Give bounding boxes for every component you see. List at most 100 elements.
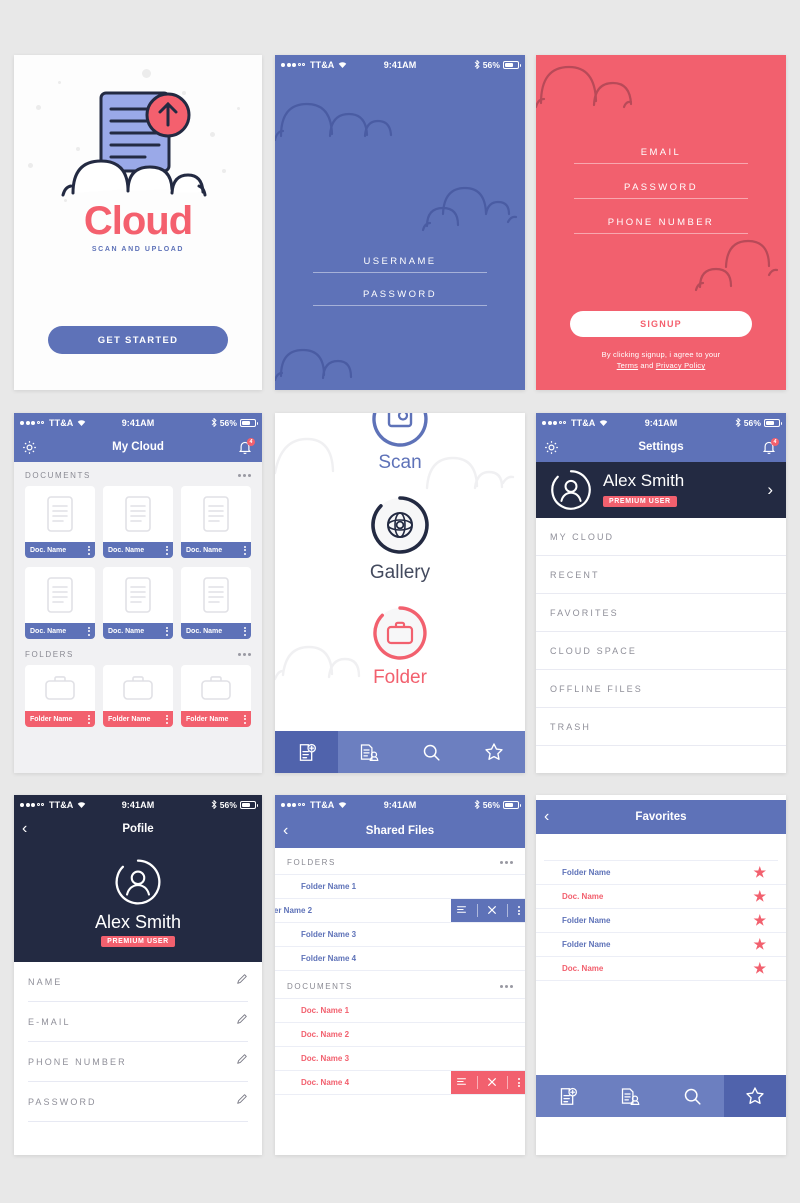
- list-item[interactable]: Folder Name 4: [275, 947, 525, 971]
- get-started-button[interactable]: GET STARTED: [48, 326, 228, 354]
- password-field[interactable]: PASSWORD: [574, 182, 748, 199]
- profile-summary-card[interactable]: Alex Smith PREMIUM USER ›: [536, 462, 786, 518]
- list-item[interactable]: Doc. Name 2: [275, 1023, 525, 1047]
- folder-tile[interactable]: Folder Name: [25, 665, 95, 727]
- list-item-swiped[interactable]: Doc. Name 4: [275, 1071, 525, 1095]
- star-icon[interactable]: ★: [753, 864, 766, 881]
- list-item-label: Doc. Name: [562, 892, 604, 901]
- document-tile[interactable]: Doc. Name: [181, 486, 251, 558]
- star-icon[interactable]: ★: [753, 912, 766, 929]
- signup-button[interactable]: SIGNUP: [570, 311, 752, 337]
- settings-item-recent[interactable]: RECENT: [536, 556, 786, 594]
- folder-menu-icon[interactable]: [166, 714, 168, 724]
- folders-overflow-icon[interactable]: [500, 861, 513, 864]
- list-item[interactable]: Folder Name ★: [536, 933, 786, 957]
- star-icon[interactable]: ★: [753, 960, 766, 977]
- legal-text: By clicking signup, i agree to your Term…: [536, 349, 786, 372]
- profile-field-email[interactable]: E-MAIL: [28, 1002, 248, 1042]
- list-item[interactable]: Doc. Name ★: [536, 885, 786, 909]
- username-field[interactable]: USERNAME: [313, 256, 487, 273]
- notifications-bell-icon[interactable]: 4: [762, 437, 779, 455]
- list-item[interactable]: Doc. Name 3: [275, 1047, 525, 1071]
- privacy-policy-link[interactable]: Privacy Policy: [656, 361, 705, 370]
- settings-item-favorites[interactable]: FAVORITES: [536, 594, 786, 632]
- settings-item-label: MY CLOUD: [550, 532, 615, 542]
- document-menu-icon[interactable]: [244, 626, 246, 636]
- profile-field-password[interactable]: PASSWORD: [28, 1082, 248, 1122]
- gear-icon[interactable]: [22, 440, 37, 455]
- more-menu-icon[interactable]: [518, 906, 521, 915]
- document-menu-icon[interactable]: [88, 626, 90, 636]
- list-item-label: Folder Name 4: [301, 954, 357, 963]
- more-menu-icon[interactable]: [518, 1078, 521, 1087]
- close-icon[interactable]: [487, 1077, 497, 1089]
- divider: [507, 1076, 509, 1089]
- gear-icon[interactable]: [544, 440, 559, 455]
- back-button[interactable]: ‹: [22, 820, 27, 838]
- back-button[interactable]: ‹: [544, 808, 549, 826]
- email-field[interactable]: EMAIL: [574, 147, 748, 164]
- tab-new-document[interactable]: [536, 1075, 599, 1117]
- tab-shared-files[interactable]: [338, 731, 401, 773]
- folder-tile[interactable]: Folder Name: [103, 665, 173, 727]
- tab-search[interactable]: [400, 731, 463, 773]
- star-icon[interactable]: ★: [753, 888, 766, 905]
- document-tile[interactable]: Doc. Name: [103, 486, 173, 558]
- settings-item-label: FAVORITES: [550, 608, 619, 618]
- folder-name-label: Folder Name: [186, 715, 229, 723]
- documents-overflow-icon[interactable]: [500, 985, 513, 988]
- scan-action[interactable]: Scan: [275, 413, 525, 474]
- tab-new-document[interactable]: [275, 731, 338, 773]
- folder-tile[interactable]: Folder Name: [181, 665, 251, 727]
- document-tile[interactable]: Doc. Name: [25, 486, 95, 558]
- list-item[interactable]: Folder Name ★: [536, 861, 786, 885]
- document-tile[interactable]: Doc. Name: [25, 567, 95, 639]
- document-menu-icon[interactable]: [244, 545, 246, 555]
- document-name-label: Doc. Name: [186, 546, 223, 554]
- gallery-icon: [371, 496, 429, 554]
- folder-menu-icon[interactable]: [244, 714, 246, 724]
- tab-search[interactable]: [661, 1075, 724, 1117]
- folder-label: Folder: [373, 667, 427, 688]
- settings-item-cloud-space[interactable]: CLOUD SPACE: [536, 632, 786, 670]
- folder-menu-icon[interactable]: [88, 714, 90, 724]
- settings-item-trash[interactable]: TRASH: [536, 708, 786, 746]
- star-icon[interactable]: ★: [753, 936, 766, 953]
- rename-icon[interactable]: [456, 904, 467, 917]
- document-menu-icon[interactable]: [166, 626, 168, 636]
- document-menu-icon[interactable]: [88, 545, 90, 555]
- folder-action[interactable]: Folder: [275, 602, 525, 689]
- edit-pencil-icon[interactable]: [236, 1052, 248, 1070]
- gallery-action[interactable]: Gallery: [275, 491, 525, 584]
- close-icon[interactable]: [487, 905, 497, 917]
- back-button[interactable]: ‹: [283, 822, 288, 840]
- document-tile[interactable]: Doc. Name: [181, 567, 251, 639]
- document-tile-bar: Doc. Name: [103, 623, 173, 639]
- edit-pencil-icon[interactable]: [236, 1012, 248, 1030]
- chevron-right-icon[interactable]: ›: [767, 480, 773, 500]
- tab-favorites[interactable]: [723, 1075, 786, 1117]
- edit-pencil-icon[interactable]: [236, 1092, 248, 1110]
- tab-favorites[interactable]: [463, 731, 526, 773]
- edit-pencil-icon[interactable]: [236, 972, 248, 990]
- documents-overflow-icon[interactable]: [238, 474, 251, 477]
- phone-number-field[interactable]: PHONE NUMBER: [574, 217, 748, 234]
- rename-icon[interactable]: [456, 1076, 467, 1089]
- password-field[interactable]: PASSWORD: [313, 289, 487, 306]
- list-item[interactable]: Folder Name 3: [275, 923, 525, 947]
- profile-field-phone[interactable]: PHONE NUMBER: [28, 1042, 248, 1082]
- profile-field-name[interactable]: NAME: [28, 962, 248, 1002]
- list-item-swiped[interactable]: der Name 2: [275, 899, 525, 923]
- terms-link[interactable]: Terms: [617, 361, 638, 370]
- folders-overflow-icon[interactable]: [238, 653, 251, 656]
- document-tile[interactable]: Doc. Name: [103, 567, 173, 639]
- notifications-bell-icon[interactable]: 4: [238, 437, 255, 455]
- settings-item-my-cloud[interactable]: MY CLOUD: [536, 518, 786, 556]
- settings-item-offline-files[interactable]: OFFLINE FILES: [536, 670, 786, 708]
- list-item[interactable]: Folder Name ★: [536, 909, 786, 933]
- list-item[interactable]: Doc. Name ★: [536, 957, 786, 981]
- list-item[interactable]: Folder Name 1: [275, 875, 525, 899]
- document-menu-icon[interactable]: [166, 545, 168, 555]
- list-item[interactable]: Doc. Name 1: [275, 999, 525, 1023]
- tab-shared-files[interactable]: [599, 1075, 662, 1117]
